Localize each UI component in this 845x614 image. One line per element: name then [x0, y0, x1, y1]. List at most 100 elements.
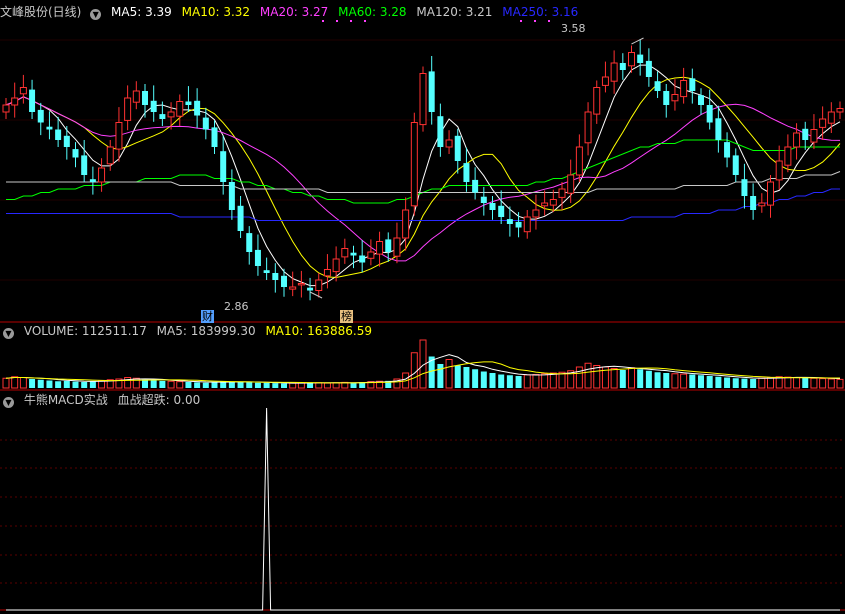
legend-ma5: MA5: 3.39 — [111, 5, 172, 19]
volume-bar — [480, 371, 487, 388]
candle-body — [463, 163, 470, 182]
legend-volume-ma5: MA5: 183999.30 — [156, 324, 256, 338]
candle-body — [272, 273, 279, 280]
volume-bar — [637, 369, 644, 388]
candle-body — [11, 97, 19, 106]
volume-toggle-icon[interactable]: ▼ — [3, 328, 14, 339]
candle-body — [523, 216, 531, 233]
candle-body — [810, 129, 818, 143]
candle-body — [98, 167, 106, 183]
candle-body — [419, 73, 427, 126]
volume-bar — [619, 370, 626, 388]
volume-bar — [541, 373, 549, 389]
candle-body — [758, 202, 766, 207]
candle-body — [472, 179, 479, 193]
volume-bar — [610, 368, 618, 389]
ranking-tag[interactable]: 榜 — [340, 310, 353, 323]
candle-body — [732, 155, 739, 175]
candle-body — [724, 142, 731, 158]
macd-toggle-icon[interactable]: ▼ — [3, 397, 14, 408]
candle-body — [46, 126, 53, 130]
volume-bar — [167, 380, 175, 389]
legend-ma250: MA250: 3.16 — [502, 5, 579, 19]
volume-bar — [150, 380, 157, 388]
volume-bar — [289, 382, 297, 389]
volume-bar — [767, 377, 774, 389]
volume-bar — [724, 377, 731, 388]
volume-bar — [715, 376, 722, 388]
candle-body — [246, 233, 253, 252]
candle-body — [671, 94, 679, 102]
candle-body — [784, 146, 792, 166]
candle-body — [124, 97, 132, 121]
volume-bar — [29, 379, 36, 388]
macd-indicator-line — [6, 407, 840, 611]
candle-body — [750, 196, 757, 210]
candle-body — [654, 81, 661, 91]
legend-ma120: MA120: 3.21 — [416, 5, 493, 19]
volume-bar — [2, 377, 10, 389]
macd-indicator-name: 牛熊MACD实战 — [23, 393, 108, 407]
candle-body — [359, 255, 366, 263]
candle-body — [341, 248, 349, 258]
candle-body — [698, 95, 704, 105]
candle-body — [376, 241, 384, 255]
volume-bar — [698, 375, 704, 388]
volume-bar — [410, 352, 418, 389]
candle-body — [637, 54, 644, 63]
volume-bar — [202, 382, 209, 388]
volume-bar — [281, 383, 287, 388]
candle-body — [819, 118, 827, 128]
volume-bar — [750, 379, 757, 388]
volume-bar — [237, 382, 244, 388]
volume-bar — [445, 359, 453, 389]
volume-bar — [802, 377, 809, 388]
volume-bar — [11, 376, 19, 389]
candle-body — [575, 146, 583, 176]
volume-bar — [89, 381, 96, 388]
macd-signal-value: 血战超跌: 0.00 — [117, 393, 201, 407]
volume-bar — [472, 369, 479, 388]
volume-bar — [671, 373, 679, 389]
legend-ma10: MA10: 3.32 — [181, 5, 251, 19]
candle-body — [202, 117, 209, 130]
candle-body — [480, 196, 487, 203]
candle-body — [610, 62, 618, 82]
candle-body — [802, 128, 809, 140]
ma120-line — [6, 171, 841, 193]
volume-bar — [593, 365, 601, 389]
volume-bar — [211, 382, 218, 388]
volume-bar — [272, 383, 279, 388]
volume-bar — [506, 375, 513, 388]
candle-body — [706, 105, 713, 123]
volume-bar — [663, 373, 670, 388]
legend-toggle-icon[interactable]: ▼ — [90, 9, 102, 20]
candle-body — [263, 270, 270, 273]
candle-body — [315, 279, 323, 291]
volume-bar — [37, 379, 44, 388]
candle-body — [515, 221, 522, 228]
volume-bar — [350, 382, 357, 388]
volume-bar — [454, 365, 461, 388]
main-legend: 文峰股份(日线) ▼ MA5: 3.39 MA10: 3.32 MA20: 3.… — [0, 3, 584, 21]
candle-body — [741, 179, 748, 196]
candle-body — [628, 52, 635, 67]
candle-body — [142, 91, 148, 105]
finance-tag[interactable]: 财 — [201, 310, 214, 323]
candle-body — [410, 122, 418, 207]
candle-body — [132, 90, 140, 103]
candle-body — [2, 104, 10, 113]
volume-bar — [176, 381, 184, 389]
candle-body — [81, 155, 88, 175]
candle-body — [194, 100, 201, 116]
candle-body — [715, 118, 722, 140]
candle-body — [29, 89, 36, 112]
high-marker — [631, 37, 644, 45]
chart-canvas — [0, 20, 845, 611]
candle-body — [220, 151, 227, 182]
volume-bar — [46, 380, 53, 388]
candle-body — [211, 127, 218, 147]
candle-body — [402, 209, 410, 239]
volume-bar — [532, 374, 540, 389]
volume-bar — [645, 370, 652, 388]
